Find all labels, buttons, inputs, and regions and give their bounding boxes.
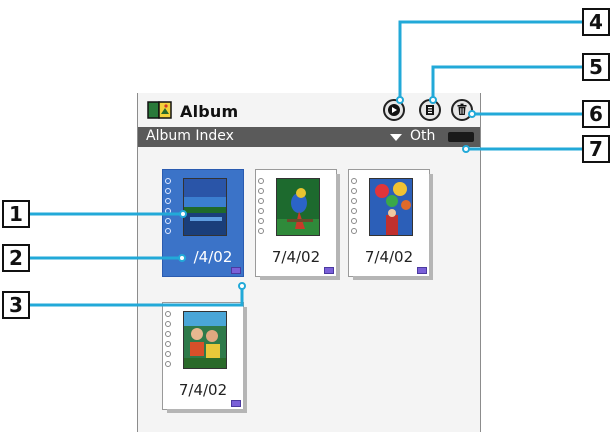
callout-leaders xyxy=(30,20,588,307)
callout-1: 1 xyxy=(2,200,30,228)
callout-3: 3 xyxy=(2,291,30,319)
callout-5: 5 xyxy=(582,53,610,81)
callout-4: 4 xyxy=(582,8,610,36)
callout-2: 2 xyxy=(2,244,30,272)
callout-6: 6 xyxy=(582,100,610,128)
callout-7: 7 xyxy=(582,135,610,163)
